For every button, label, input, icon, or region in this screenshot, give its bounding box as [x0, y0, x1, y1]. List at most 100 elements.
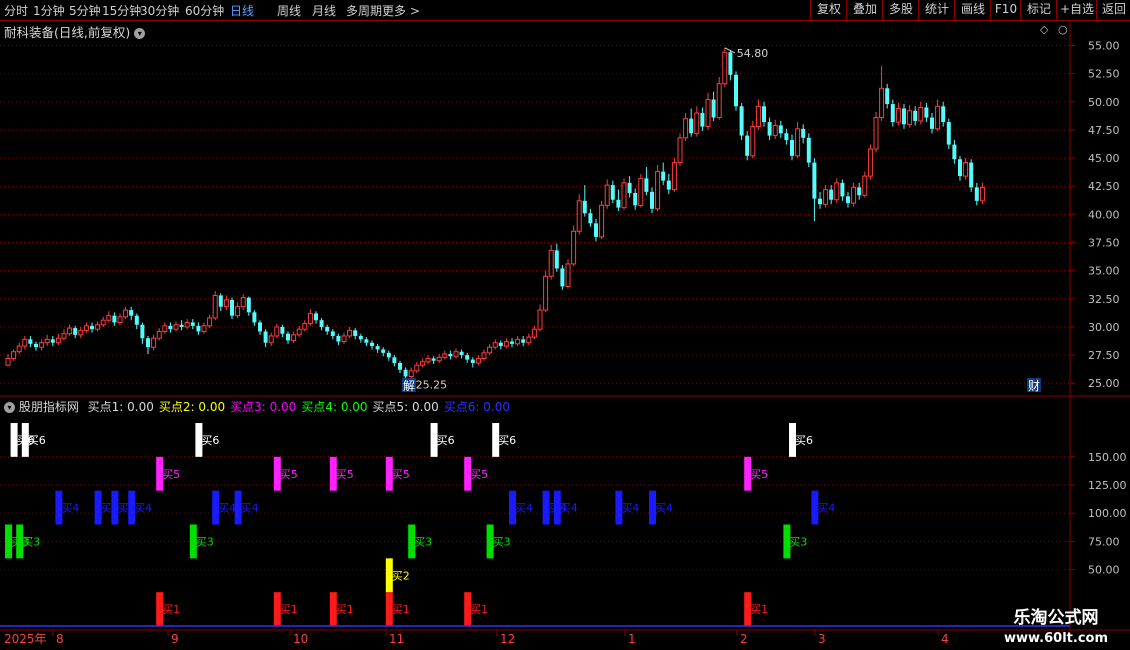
candle-body-18 [106, 315, 112, 321]
candle-body-109 [616, 199, 621, 208]
indicator-name: 股朋指标网 [18, 400, 79, 414]
candle-body-129 [728, 52, 733, 75]
candle-body-67 [381, 349, 386, 353]
period-tab-1[interactable]: 1分钟 [33, 2, 65, 19]
candle-body-78 [442, 353, 448, 358]
candle-body-64 [364, 339, 369, 343]
candle-body-111 [627, 182, 632, 193]
toolbar-button-0[interactable]: 复权 [810, 0, 847, 19]
candle-body-57 [325, 326, 330, 332]
event-marker-0: 解 [403, 379, 415, 393]
candle-body-27 [156, 330, 162, 339]
candle-body-46 [263, 331, 268, 343]
candle-body-82 [465, 355, 470, 360]
candle-body-164 [924, 107, 929, 118]
candle-body-65 [370, 342, 374, 347]
chart-setting-icon[interactable]: ◇ [1040, 23, 1048, 36]
candle-body-76 [431, 358, 436, 361]
candle-body-97 [548, 249, 554, 277]
buy-label-1-1: 买1 [280, 603, 298, 616]
candle-body-100 [565, 263, 571, 287]
candle-body-3 [22, 338, 28, 347]
candle-body-35 [201, 325, 207, 332]
buy-label-3-5: 买3 [789, 535, 807, 548]
candle-body-121 [683, 118, 689, 139]
candle-body-32 [184, 321, 190, 328]
title-dropdown-icon[interactable]: ▾ [134, 28, 146, 39]
candle-body-60 [341, 335, 347, 343]
main-ytick-label-1: 27.50 [1088, 349, 1120, 362]
candle-body-13 [78, 329, 84, 336]
candle-body-20 [117, 316, 123, 323]
candle-body-110 [621, 182, 627, 209]
candle-body-156 [879, 87, 885, 119]
toolbar-button-2[interactable]: 多股 [882, 0, 919, 19]
candle-body-69 [392, 357, 397, 363]
date-label-9: 4 [941, 632, 949, 646]
buy-label-3-3: 买3 [414, 535, 432, 548]
period-tab-3[interactable]: 15分钟 [102, 2, 141, 19]
candle-body-127 [716, 83, 722, 119]
candle-body-144 [812, 162, 817, 199]
toolbar-button-8[interactable]: 返回 [1096, 0, 1130, 19]
main-ytick-label-5: 37.50 [1088, 237, 1120, 250]
candle-body-51 [291, 334, 297, 341]
toolbar-button-6[interactable]: 标记 [1020, 0, 1057, 19]
period-toolbar: 分时 1分钟 5分钟 15分钟 30分钟 60分钟 日线 周线 月线 多周期 更多 > 复权 叠加 多股统… [0, 0, 1130, 21]
candle-body-166 [935, 105, 941, 130]
period-tab-7[interactable]: 周线 [277, 2, 301, 19]
candle-body-120 [677, 137, 683, 164]
buy-label-5-2: 买5 [336, 468, 354, 481]
candle-body-149 [840, 182, 845, 197]
candle-body-16 [95, 324, 101, 330]
period-tab-10[interactable]: 更多 > [382, 2, 420, 19]
toolbar-button-7[interactable]: +自选 [1056, 0, 1097, 19]
toolbar-button-1[interactable]: 叠加 [846, 0, 883, 19]
candle-body-169 [952, 144, 957, 160]
main-ytick-label-9: 47.50 [1088, 124, 1120, 137]
main-title-text: 耐科装备(日线,前复权) [4, 25, 131, 40]
candle-body-91 [515, 338, 521, 345]
candle-body-53 [302, 323, 308, 330]
indicator-dropdown-icon[interactable]: ▾ [4, 402, 15, 413]
candle-body-174 [979, 186, 985, 202]
period-tab-2[interactable]: 5分钟 [69, 2, 101, 19]
date-label-8: 3 [818, 632, 826, 646]
candle-body-24 [140, 324, 145, 339]
period-tab-4[interactable]: 30分钟 [140, 2, 179, 19]
candle-body-63 [358, 335, 363, 340]
candle-body-83 [470, 359, 475, 363]
indicator-value-4: 买点4: 0.00 [301, 400, 368, 414]
toolbar-button-5[interactable]: F10 [990, 0, 1021, 19]
buy-label-4-8: 买4 [560, 502, 578, 515]
candle-body-49 [280, 326, 285, 334]
candle-body-12 [73, 328, 78, 335]
candle-body-92 [521, 339, 526, 343]
buy-label-5-4: 买5 [470, 468, 488, 481]
chart-dot-icon[interactable]: ○ [1058, 23, 1068, 36]
period-tab-0[interactable]: 分时 [4, 2, 28, 19]
buy-label-6-1: 买6 [28, 434, 46, 447]
period-tab-6[interactable]: 日线 [230, 2, 254, 19]
candle-body-151 [851, 186, 857, 204]
candle-body-14 [83, 325, 89, 331]
main-ytick-label-0: 25.00 [1088, 377, 1120, 390]
candle-body-104 [588, 213, 593, 224]
indicator-value-5: 买点5: 0.00 [372, 400, 439, 414]
toolbar-button-3[interactable]: 统计 [918, 0, 955, 19]
candle-body-108 [610, 185, 615, 200]
buy-label-3-4: 买3 [493, 535, 511, 548]
candle-body-119 [671, 162, 677, 191]
indicator-value-1: 买点1: 0.00 [87, 400, 154, 414]
period-tab-9[interactable]: 多周期 [346, 2, 382, 19]
period-tab-5[interactable]: 60分钟 [185, 2, 224, 19]
toolbar-button-4[interactable]: 画线 [954, 0, 991, 19]
indicator-title-row: ▾ 股朋指标网 买点1: 0.00 买点2: 0.00 买点3: 0.00 买点4: … [4, 398, 510, 415]
date-label-2: 9 [171, 632, 179, 646]
chart-panels: 25.00 27.50 30.00 32.50 35.00 37.50 40.00 42.50… [0, 20, 1130, 646]
period-tab-8[interactable]: 月线 [312, 2, 336, 19]
candle-body-167 [941, 106, 946, 123]
candle-body-136 [767, 122, 772, 136]
candle-body-170 [958, 159, 962, 177]
candle-body-9 [55, 337, 61, 344]
